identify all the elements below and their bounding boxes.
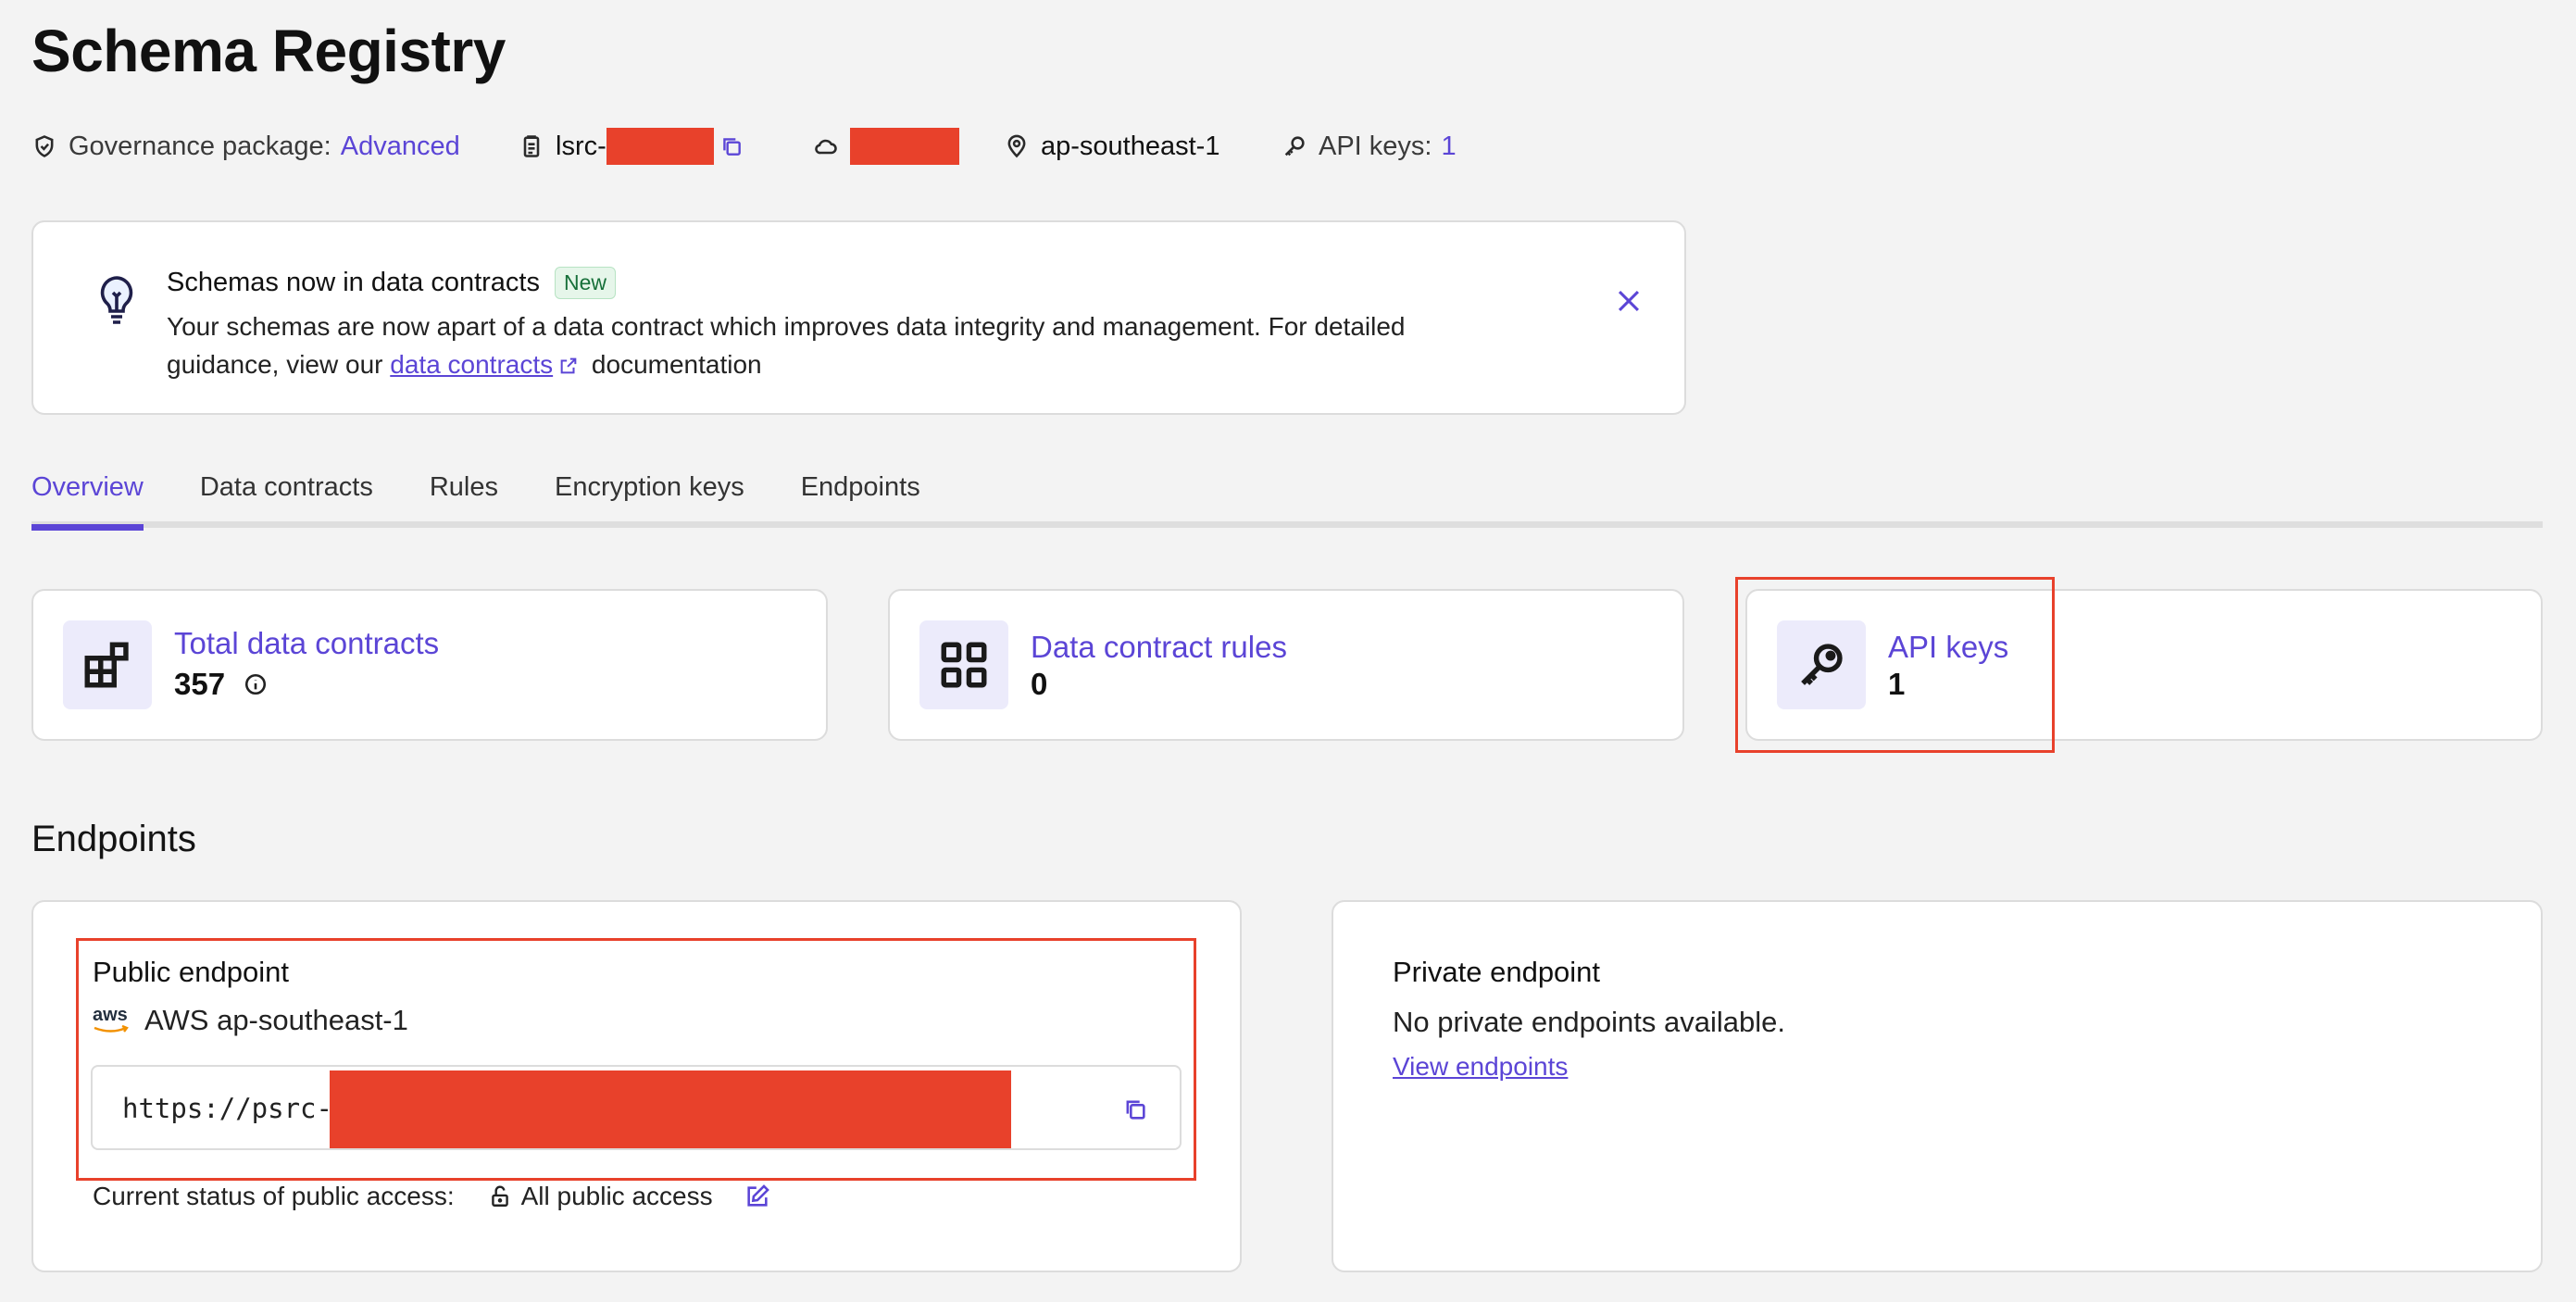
stat-value: 0 xyxy=(1031,667,1048,701)
unlock-icon xyxy=(491,1185,508,1207)
tab-data-contracts[interactable]: Data contracts xyxy=(200,463,373,530)
stat-label[interactable]: Total data contracts xyxy=(174,626,439,661)
page-title: Schema Registry xyxy=(31,18,506,84)
tab-rules[interactable]: Rules xyxy=(430,463,498,530)
region-value: ap-southeast-1 xyxy=(1041,131,1220,161)
api-keys-meta: API keys: 1 xyxy=(1282,128,1457,165)
edit-icon[interactable] xyxy=(744,1183,770,1209)
close-icon[interactable] xyxy=(1613,285,1644,317)
governance-meta: Governance package: Advanced xyxy=(31,128,460,165)
region-meta: ap-southeast-1 xyxy=(1004,128,1219,165)
view-endpoints-link[interactable]: View endpoints xyxy=(1393,1052,1568,1082)
data-contracts-banner: Schemas now in data contracts New Your s… xyxy=(31,220,1686,415)
new-badge: New xyxy=(554,267,616,299)
stat-card-data-contract-rules[interactable]: Data contract rules 0 xyxy=(888,589,1684,741)
stat-label[interactable]: Data contract rules xyxy=(1031,630,1287,665)
status-label: Current status of public access: xyxy=(93,1182,455,1210)
stat-value: 357 xyxy=(174,667,226,701)
status-value: All public access xyxy=(520,1182,713,1210)
private-endpoint-message: No private endpoints available. xyxy=(1393,1006,1785,1038)
clipboard-icon xyxy=(523,135,540,157)
private-endpoint-title: Private endpoint xyxy=(1393,956,1601,988)
banner-body: Your schemas are now apart of a data con… xyxy=(167,307,1509,383)
tab-encryption-keys[interactable]: Encryption keys xyxy=(555,463,744,530)
data-contracts-link[interactable]: data contracts xyxy=(390,350,553,379)
copy-icon[interactable] xyxy=(719,134,744,158)
api-keys-label: API keys: xyxy=(1319,131,1432,161)
tab-overview[interactable]: Overview xyxy=(31,463,144,531)
public-access-status-row: Current status of public access: All pub… xyxy=(93,1182,770,1211)
endpoints-section-title: Endpoints xyxy=(31,819,196,859)
banner-body-suffix: documentation xyxy=(591,350,762,379)
public-endpoint-highlight-box xyxy=(76,938,1196,1181)
stat-icon-box xyxy=(919,620,1008,709)
banner-body-text: Your schemas are now apart of a data con… xyxy=(167,312,1406,379)
redacted-cluster-id xyxy=(606,128,714,165)
banner-title-row: Schemas now in data contracts New xyxy=(167,267,616,299)
cloud-meta xyxy=(813,128,959,165)
key-icon xyxy=(1284,136,1305,156)
tab-bar: Overview Data contracts Rules Encryption… xyxy=(31,463,977,531)
cloud-icon xyxy=(815,139,837,155)
blocks-icon xyxy=(84,642,129,688)
stat-icon-box xyxy=(63,620,152,709)
private-endpoint-card: Private endpoint No private endpoints av… xyxy=(1332,900,2543,1272)
cluster-id-meta: lsrc- xyxy=(519,128,755,165)
api-keys-highlight-box xyxy=(1735,577,2055,753)
shield-check-icon xyxy=(35,135,54,157)
governance-value-link[interactable]: Advanced xyxy=(341,131,460,162)
tab-endpoints[interactable]: Endpoints xyxy=(801,463,920,530)
info-icon[interactable] xyxy=(244,672,268,696)
cluster-id-prefix: lsrc- xyxy=(556,131,606,161)
stat-value-row: 357 xyxy=(174,667,268,702)
external-link-icon[interactable] xyxy=(558,356,579,376)
stat-card-total-data-contracts[interactable]: Total data contracts 357 xyxy=(31,589,828,741)
api-keys-count-link[interactable]: 1 xyxy=(1442,131,1457,162)
lightbulb-icon xyxy=(100,276,133,324)
governance-label: Governance package: xyxy=(69,131,331,161)
grid-icon xyxy=(941,642,987,688)
redacted-cloud xyxy=(850,128,959,165)
banner-title: Schemas now in data contracts xyxy=(167,268,540,297)
location-pin-icon xyxy=(1007,134,1026,158)
